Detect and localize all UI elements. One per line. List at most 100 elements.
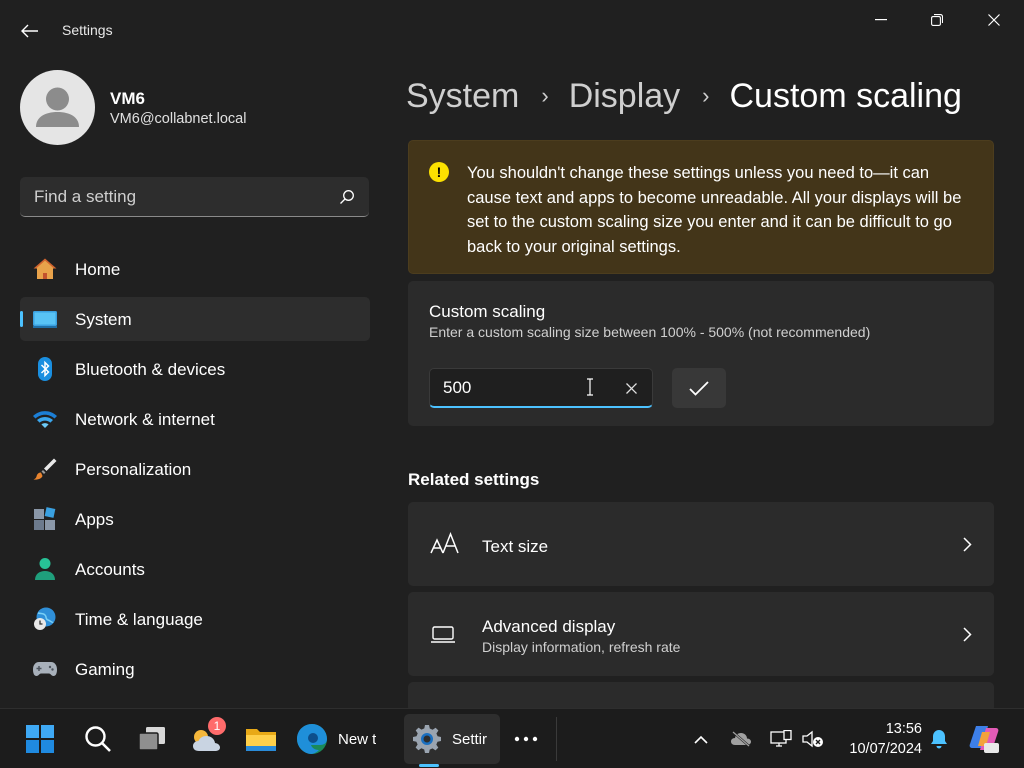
search-icon[interactable] — [339, 189, 355, 205]
breadcrumb-separator: › — [541, 83, 549, 108]
minimize-icon — [875, 19, 887, 21]
back-arrow-icon — [21, 24, 38, 38]
minimize-button[interactable] — [853, 4, 909, 36]
volume-button[interactable] — [798, 709, 828, 768]
taskbar-divider — [556, 717, 557, 761]
text-cursor-icon — [587, 378, 593, 396]
clear-icon — [625, 382, 637, 394]
running-indicator — [419, 764, 439, 767]
clear-input-button[interactable] — [618, 375, 644, 401]
sidebar-item-label: System — [75, 310, 132, 329]
system-icon — [33, 311, 57, 328]
brush-icon — [33, 458, 57, 480]
sidebar-item-label: Gaming — [75, 660, 135, 679]
network-button[interactable] — [766, 709, 796, 768]
chevron-right-icon — [963, 537, 972, 552]
sidebar-item-label: Personalization — [75, 460, 192, 479]
user-name: VM6 — [110, 89, 145, 108]
windows-logo-icon — [26, 725, 54, 753]
bluetooth-icon — [38, 357, 52, 381]
back-button[interactable] — [10, 14, 50, 48]
bell-icon — [931, 730, 947, 749]
sidebar-item-time-language[interactable]: Time & language — [20, 597, 370, 641]
sidebar-item-system[interactable]: System — [20, 297, 370, 341]
chevron-right-icon — [963, 627, 972, 642]
close-button[interactable] — [966, 4, 1022, 36]
more-apps-button[interactable] — [506, 709, 546, 768]
scaling-field — [429, 368, 653, 408]
search-input[interactable] — [34, 177, 334, 216]
app-title: Settings — [62, 22, 113, 38]
copilot-button[interactable] — [964, 709, 1004, 768]
taskbar: 1 New t Settir 13:56 10/07/2024 — [0, 708, 1024, 768]
network-monitor-icon — [770, 730, 792, 747]
sidebar-item-accounts[interactable]: Accounts — [20, 547, 370, 591]
text-size-row[interactable]: Text size — [408, 502, 994, 586]
sidebar-item-apps[interactable]: Apps — [20, 497, 370, 541]
warning-icon: ! — [429, 162, 449, 182]
restore-button[interactable] — [909, 4, 965, 36]
task-view-button[interactable] — [132, 709, 172, 768]
sidebar-item-label: Bluetooth & devices — [75, 360, 226, 379]
wifi-icon — [33, 411, 57, 428]
warning-banner: ! You shouldn't change these settings un… — [408, 140, 994, 274]
home-icon — [33, 258, 57, 279]
custom-scaling-description: Enter a custom scaling size between 100%… — [429, 324, 871, 340]
sidebar-item-bluetooth[interactable]: Bluetooth & devices — [20, 347, 370, 391]
apply-button[interactable] — [672, 368, 726, 408]
text-size-icon — [430, 532, 459, 554]
checkmark-icon — [689, 380, 709, 396]
text-size-label: Text size — [482, 537, 549, 556]
advanced-display-row[interactable]: Advanced display Display information, re… — [408, 592, 994, 676]
breadcrumb-separator: › — [702, 83, 710, 108]
edge-label: New t — [338, 730, 377, 748]
breadcrumb: System › Display › Custom scaling — [406, 74, 962, 118]
notifications-button[interactable] — [926, 709, 952, 768]
gear-icon — [413, 725, 441, 753]
search-box — [20, 177, 369, 217]
folder-icon — [246, 729, 276, 751]
person-icon — [35, 558, 55, 580]
sidebar-item-label: Home — [75, 260, 121, 279]
restore-icon — [931, 14, 943, 26]
advanced-display-label: Advanced display — [482, 617, 616, 636]
clock-date: 10/07/2024 — [849, 741, 922, 757]
gamepad-icon — [33, 662, 57, 676]
globe-clock-icon — [34, 607, 56, 630]
cloud-offline-icon — [731, 731, 751, 747]
settings-taskbar-button[interactable]: Settir — [412, 709, 498, 768]
taskbar-search-button[interactable] — [78, 709, 118, 768]
scaling-input[interactable] — [443, 369, 563, 406]
page-title: Custom scaling — [729, 76, 962, 115]
more-icon — [514, 736, 538, 742]
user-icon — [36, 87, 79, 127]
sidebar-item-personalization[interactable]: Personalization — [20, 447, 370, 491]
task-view-icon — [138, 727, 165, 751]
active-indicator — [20, 311, 23, 327]
search-icon — [85, 726, 111, 752]
edge-button[interactable]: New t — [296, 709, 396, 768]
edge-icon — [296, 724, 327, 754]
start-button[interactable] — [20, 709, 60, 768]
custom-scaling-title: Custom scaling — [429, 302, 546, 321]
clock[interactable]: 13:56 10/07/2024 — [838, 719, 922, 759]
sidebar-item-gaming[interactable]: Gaming — [20, 647, 370, 691]
sidebar-item-label: Accounts — [75, 560, 145, 579]
avatar[interactable] — [20, 70, 95, 145]
user-email: VM6@collabnet.local — [110, 111, 247, 127]
breadcrumb-display[interactable]: Display — [569, 77, 680, 116]
settings-label: Settir — [452, 730, 488, 748]
clock-time: 13:56 — [885, 721, 922, 737]
breadcrumb-system[interactable]: System — [406, 77, 519, 116]
file-explorer-button[interactable] — [241, 709, 281, 768]
warning-text: You shouldn't change these settings unle… — [467, 164, 962, 256]
onedrive-button[interactable] — [726, 709, 756, 768]
sidebar-item-home[interactable]: Home — [20, 247, 370, 291]
copilot-icon — [969, 726, 999, 753]
title-bar: Settings — [0, 0, 1024, 62]
chevron-up-icon — [694, 735, 708, 744]
show-hidden-icons-button[interactable] — [686, 709, 716, 768]
sidebar-item-network[interactable]: Network & internet — [20, 397, 370, 441]
close-icon — [988, 14, 1000, 26]
custom-scaling-card: Custom scaling Enter a custom scaling si… — [408, 281, 994, 426]
